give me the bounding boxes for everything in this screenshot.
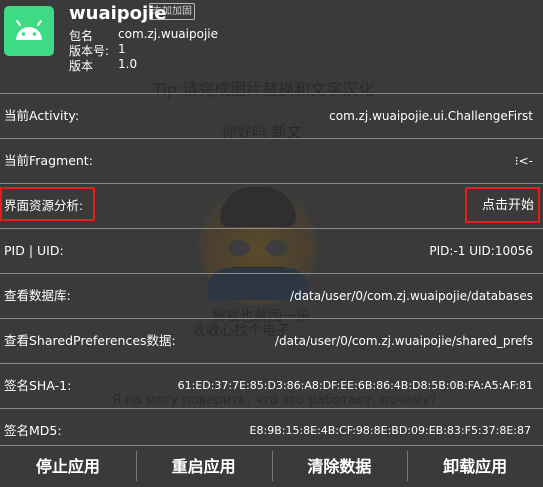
info-rows: 当前Activity: com.zj.wuaipojie.ui.Challeng… xyxy=(0,93,543,453)
version-code-value: 1 xyxy=(118,42,126,56)
row-value: PID:-1 UID:10056 xyxy=(429,244,533,258)
app-info-header: wuaipojie 未加加固 包名 com.zj.wuaipojie 版本号: … xyxy=(0,0,543,93)
row-pid-uid: PID | UID: PID:-1 UID:10056 xyxy=(0,228,543,273)
row-label: 查看数据库: xyxy=(4,288,71,303)
highlight-box-start xyxy=(465,187,540,223)
row-label: 当前Fragment: xyxy=(4,153,93,168)
database-path-link[interactable]: /data/user/0/com.zj.wuaipojie/databases xyxy=(290,274,533,318)
shared-prefs-path-link[interactable]: /data/user/0/com.zj.wuaipojie/shared_pre… xyxy=(275,319,533,363)
uninstall-app-button[interactable]: 卸载应用 xyxy=(407,446,543,487)
row-signature-sha1: 签名SHA-1: 61:ED:37:7E:85:D3:86:A8:DF:EE:6… xyxy=(0,363,543,408)
android-app-icon xyxy=(4,6,54,56)
row-label: PID | UID: xyxy=(4,243,64,258)
stop-app-button[interactable]: 停止应用 xyxy=(0,446,136,487)
package-value: com.zj.wuaipojie xyxy=(118,27,219,41)
row-value: 61:ED:37:7E:85:D3:86:A8:DF:EE:6B:86:4B:D… xyxy=(177,379,533,392)
version-name-row: 版本 1.0 xyxy=(69,57,137,74)
row-current-fragment: 当前Fragment: ⁝<- xyxy=(0,138,543,183)
row-view-shared-prefs[interactable]: 查看SharedPreferences数据: /data/user/0/com.… xyxy=(0,318,543,363)
row-label: 签名SHA-1: xyxy=(4,378,72,393)
version-name-value: 1.0 xyxy=(118,57,138,71)
bottom-toolbar: 停止应用 重启应用 清除数据 卸载应用 xyxy=(0,445,543,487)
row-label: 当前Activity: xyxy=(4,108,80,123)
row-current-activity: 当前Activity: com.zj.wuaipojie.ui.Challeng… xyxy=(0,93,543,138)
row-ui-resource-analysis[interactable]: 界面资源分析: 点击开始 xyxy=(0,183,543,228)
row-label: 查看SharedPreferences数据: xyxy=(4,333,176,348)
row-view-database[interactable]: 查看数据库: /data/user/0/com.zj.wuaipojie/dat… xyxy=(0,273,543,318)
highlight-box-label xyxy=(0,187,95,221)
version-code-label: 版本号: xyxy=(69,44,110,58)
row-value: ⁝<- xyxy=(514,154,533,168)
restart-app-button[interactable]: 重启应用 xyxy=(135,446,272,487)
version-name-label: 版本 xyxy=(69,59,94,73)
row-value: com.zj.wuaipojie.ui.ChallengeFirst xyxy=(329,109,533,123)
clear-data-button[interactable]: 清除数据 xyxy=(271,446,408,487)
protection-badge: 未加加固 xyxy=(149,3,195,20)
package-label: 包名 xyxy=(69,29,94,43)
